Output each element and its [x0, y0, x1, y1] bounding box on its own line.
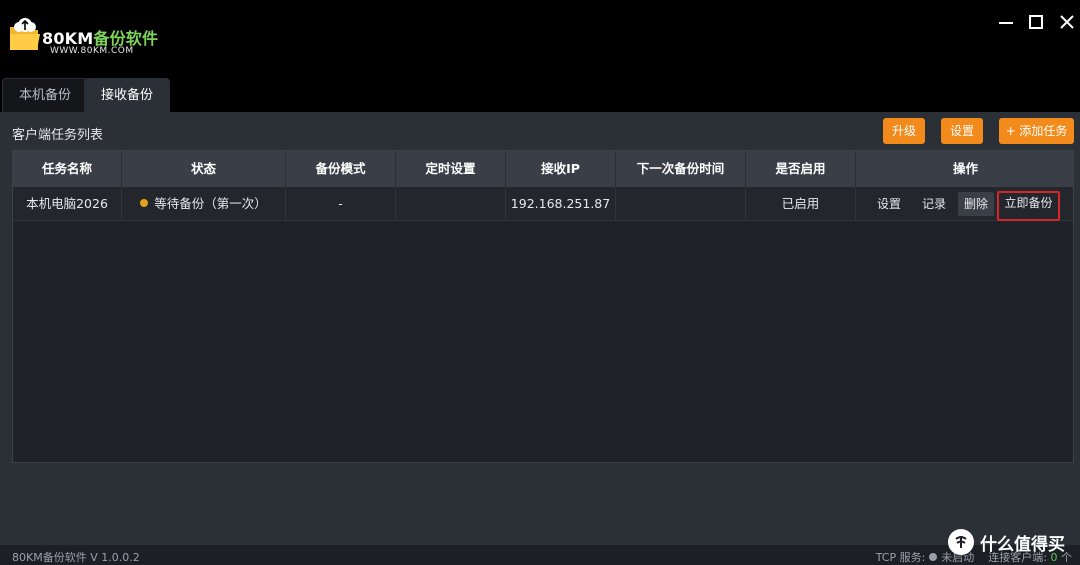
- app-url: WWW.80KM.COM: [50, 46, 134, 56]
- close-icon: [1060, 15, 1074, 29]
- smzdm-logo-icon: [948, 529, 974, 555]
- tab-receive-backup[interactable]: 接收备份: [84, 78, 171, 112]
- row-log-button[interactable]: 记录: [917, 192, 951, 216]
- row-delete-button[interactable]: 删除: [958, 192, 994, 216]
- watermark-text: 什么值得买: [980, 534, 1065, 555]
- cell-schedule: [396, 187, 506, 221]
- task-table: 任务名称 状态 备份模式 定时设置 接收IP 下一次备份时间 是否启用 操作 本…: [12, 150, 1074, 463]
- column-header-actions: 操作: [952, 161, 978, 176]
- version-label: 80KM备份软件 V 1.0.0.2: [12, 551, 140, 564]
- minimize-icon: [999, 22, 1013, 24]
- table-header: 任务名称 状态 备份模式 定时设置 接收IP 下一次备份时间 是否启用 操作: [13, 151, 1073, 187]
- cell-status: 等待备份（第一次）: [122, 187, 286, 221]
- table-row[interactable]: 本机电脑2026 等待备份（第一次） - 192.168.251.87 已启用 …: [13, 187, 1073, 221]
- cell-ip: 192.168.251.87: [506, 187, 616, 221]
- cell-mode: -: [286, 187, 396, 221]
- cell-task-name: 本机电脑2026: [13, 187, 122, 221]
- close-button[interactable]: [1057, 12, 1077, 32]
- tcp-label: TCP 服务:: [875, 551, 926, 564]
- section-title: 客户端任务列表: [12, 128, 104, 143]
- watermark: 什么值得买: [948, 528, 1065, 556]
- column-header-next-time: 下一次备份时间: [616, 151, 746, 187]
- column-header-ip: 接收IP: [506, 151, 616, 187]
- maximize-icon: [1029, 15, 1043, 29]
- column-header-name: 任务名称: [13, 151, 122, 187]
- add-task-button[interactable]: + 添加任务: [999, 118, 1074, 144]
- tcp-status-dot-icon: [929, 553, 938, 561]
- column-header-enabled: 是否启用: [746, 151, 856, 187]
- upgrade-button[interactable]: 升级: [883, 118, 925, 144]
- cell-next-time: [616, 187, 746, 221]
- column-header-mode: 备份模式: [286, 151, 396, 187]
- column-header-status: 状态: [122, 151, 286, 187]
- cell-enabled: 已启用: [746, 187, 856, 221]
- status-bar: 80KM备份软件 V 1.0.0.2 TCP 服务: 未启动 连接客户端: 0 个: [0, 545, 1080, 565]
- title-bar: 80KM备份软件 WWW.80KM.COM: [0, 0, 1080, 74]
- row-backup-now-button[interactable]: 立即备份: [997, 191, 1060, 221]
- status-text: 等待备份（第一次）: [154, 196, 267, 211]
- row-settings-button[interactable]: 设置: [872, 192, 906, 216]
- maximize-button[interactable]: [1026, 12, 1046, 32]
- status-dot-icon: [140, 199, 149, 207]
- minimize-button[interactable]: [996, 12, 1016, 32]
- cell-actions: 设置 记录 删除 立即备份: [856, 187, 1075, 221]
- tab-bar: 本机备份 接收备份: [0, 74, 1080, 112]
- column-header-schedule: 定时设置: [396, 151, 506, 187]
- tab-local-backup[interactable]: 本机备份: [2, 78, 89, 112]
- settings-button[interactable]: 设置: [941, 118, 983, 144]
- app-logo-icon: [10, 18, 40, 50]
